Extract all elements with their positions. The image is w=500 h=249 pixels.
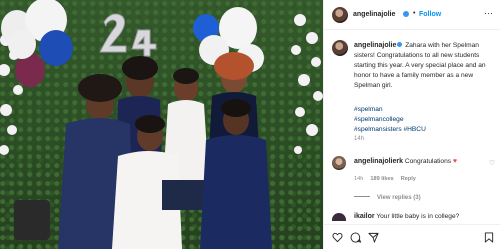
post-header: angelinajolie • Follow ··· [324,0,500,30]
comment-icon[interactable] [350,232,361,243]
post-side-panel: angelinajolie • Follow ··· angelinajolie… [323,0,500,249]
comment-meta: 14h 189 likes Reply [354,176,416,182]
comment-text: Your little baby is in college? [376,213,460,220]
comment-line: angelinajolierk Congratulations ♥ [354,158,457,165]
caption-timestamp: 14h [354,136,365,142]
heart-icon[interactable] [332,232,343,243]
caption-username[interactable]: angelinajolie [354,42,396,49]
commenter-username[interactable]: ikailor [354,213,375,220]
header-separator: • [413,10,416,17]
reply-button[interactable]: Reply [401,176,416,182]
hashtag-link[interactable]: #spelman [354,105,494,115]
photo-illustration [0,0,323,249]
action-bar [324,224,500,249]
commenter-avatar[interactable] [332,156,346,170]
number-balloons [99,13,157,57]
author-username[interactable]: angelinajolie [353,11,395,18]
comment-item: angelinajolierk Congratulations ♥ ♡ 14h 1… [324,154,500,184]
caption-body: Zahara with her Spelman sisters! Congrat… [354,42,486,89]
share-icon[interactable] [368,232,379,243]
hashtag-link[interactable]: #HBCU [403,126,425,133]
comment-text: Congratulations [404,158,452,165]
view-replies-button[interactable]: View replies (3) [354,195,421,201]
replies-line [354,196,370,197]
comment-likes[interactable]: 189 likes [370,176,393,182]
commenter-avatar[interactable] [332,213,346,221]
comment-time: 14h [354,176,364,182]
bookmark-icon[interactable] [484,232,494,243]
people-group [14,52,272,249]
hashtag-link[interactable]: #spelmansisters [354,126,402,133]
comment-like-icon[interactable]: ♡ [489,159,495,167]
comment-line: ikailor Your little baby is in college? [354,213,459,220]
caption-avatar[interactable] [332,40,348,56]
author-avatar[interactable] [332,7,348,23]
hashtag-link[interactable]: #spelmancollege [354,116,404,123]
comment-item-partial: ikailor Your little baby is in college? [324,212,500,222]
verified-icon [403,11,409,17]
flowers-right [291,14,323,154]
post-photo[interactable] [0,0,323,249]
verified-icon [397,42,403,47]
view-replies-label: View replies (3) [377,195,421,201]
hashtags: #spelman #spelmancollege #spelmansisters… [354,105,494,135]
caption-text: angelinajolie Zahara with her Spelman si… [354,41,494,91]
heart-emoji: ♥ [452,158,458,165]
commenter-username[interactable]: angelinajolierk [354,158,403,165]
follow-button[interactable]: Follow [419,11,441,18]
more-icon[interactable]: ··· [484,8,493,18]
